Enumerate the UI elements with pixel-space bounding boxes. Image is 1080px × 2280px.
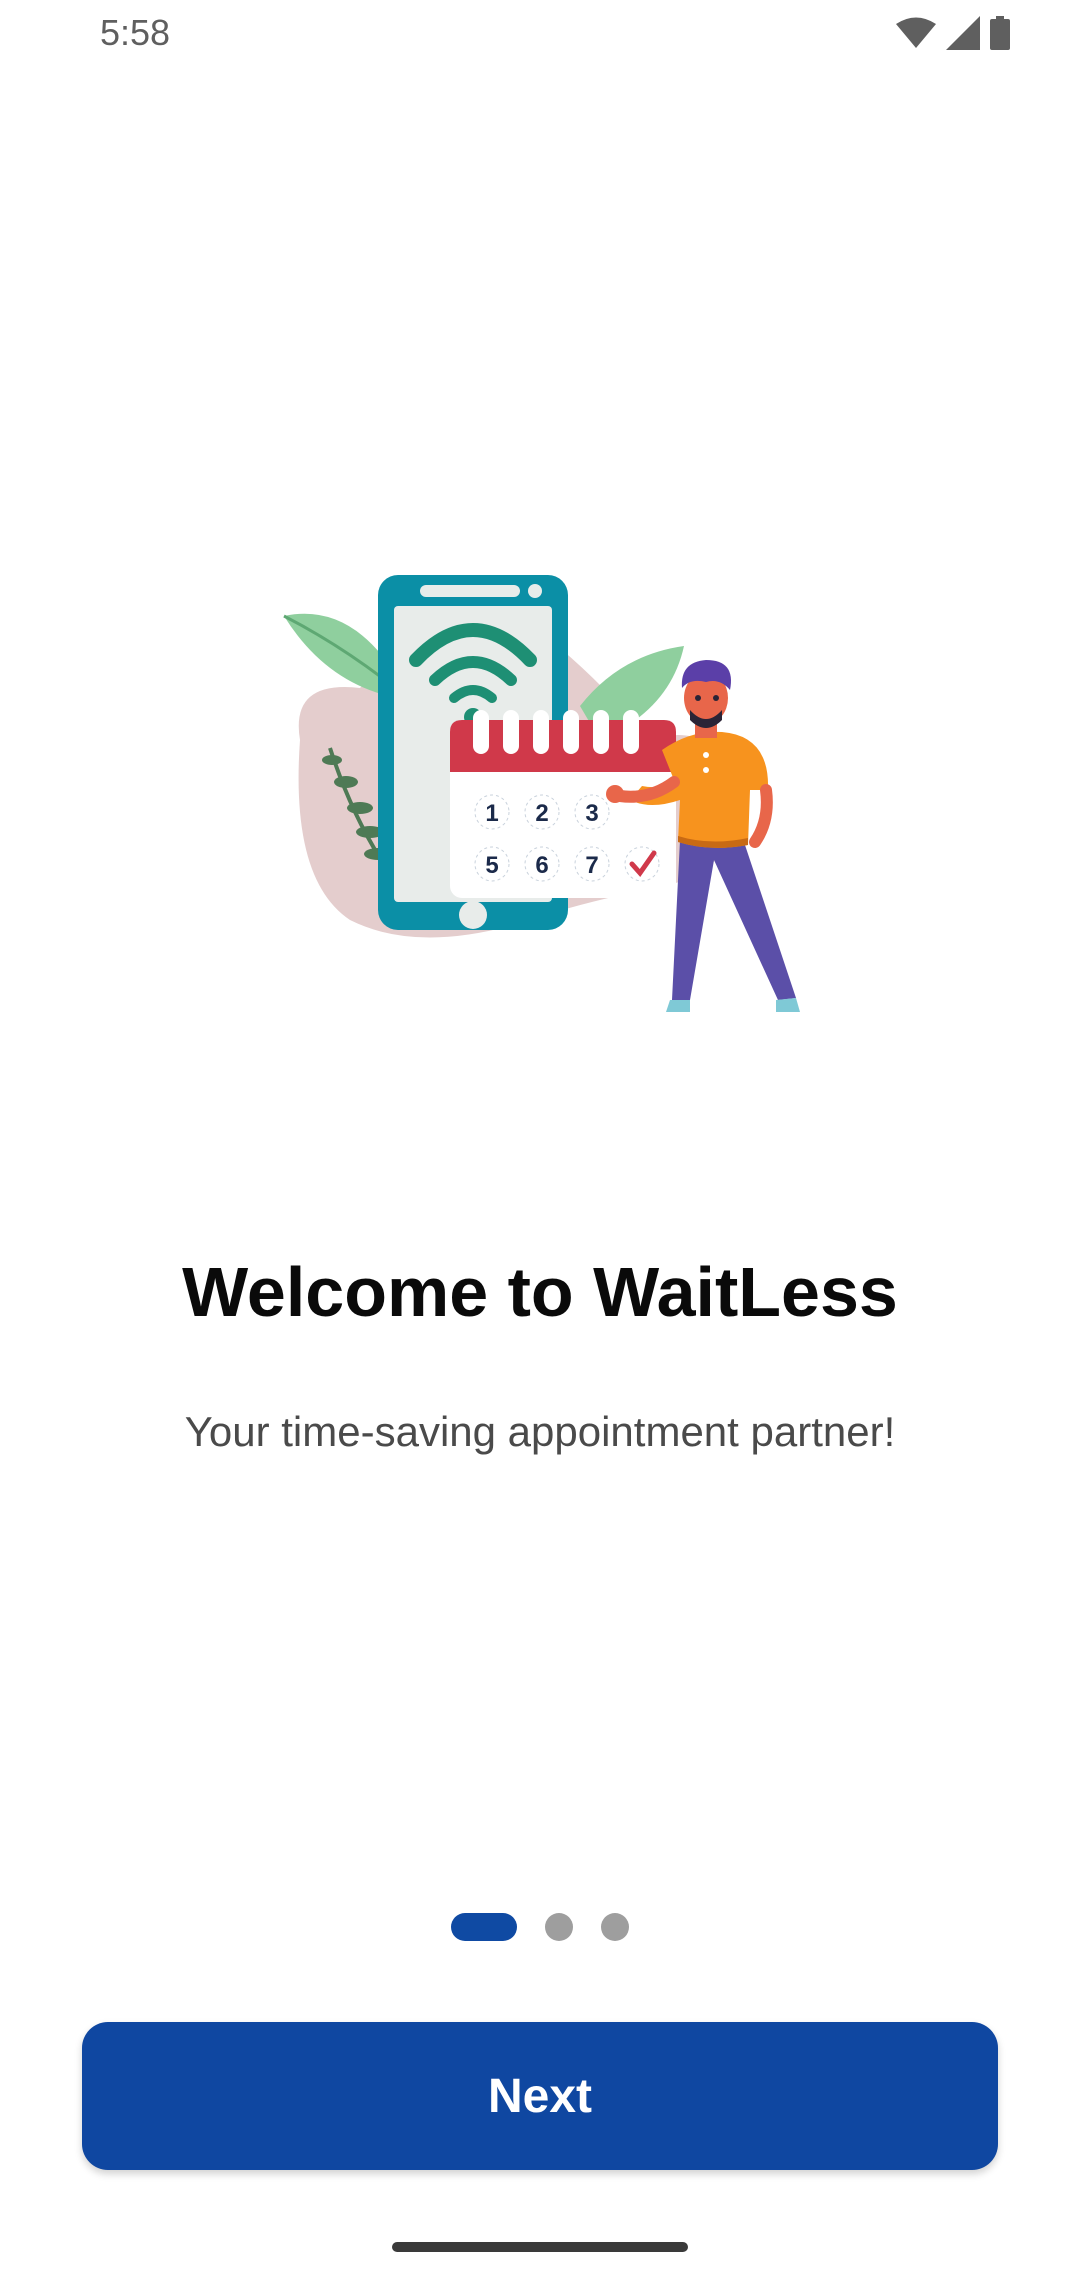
page-indicator: [0, 1912, 1080, 1942]
page-dot[interactable]: [545, 1913, 573, 1941]
onboarding-title: Welcome to WaitLess: [182, 1253, 898, 1331]
status-icons: [896, 16, 1010, 55]
calendar-day: 7: [585, 852, 598, 879]
onboarding-subtitle: Your time-saving appointment partner!: [184, 1408, 896, 1455]
status-time: 5:58: [100, 12, 171, 53]
wifi-icon: [896, 17, 936, 54]
phone-calendar-person-illustration: 1 2 3 5 6 7: [270, 560, 810, 1020]
calendar-day: 1: [485, 800, 498, 827]
battery-icon: [990, 16, 1010, 55]
home-indicator[interactable]: [392, 2242, 688, 2252]
cellular-signal-icon: [946, 16, 980, 55]
calendar-day: 6: [535, 852, 548, 879]
page-dot-active[interactable]: [451, 1913, 517, 1941]
calendar-day: 5: [485, 852, 498, 879]
page-dot[interactable]: [601, 1913, 629, 1941]
calendar-day: 2: [535, 800, 548, 827]
next-button[interactable]: Next: [82, 2022, 998, 2170]
calendar-day: 3: [585, 800, 598, 827]
status-bar: 5:58: [0, 0, 1080, 66]
